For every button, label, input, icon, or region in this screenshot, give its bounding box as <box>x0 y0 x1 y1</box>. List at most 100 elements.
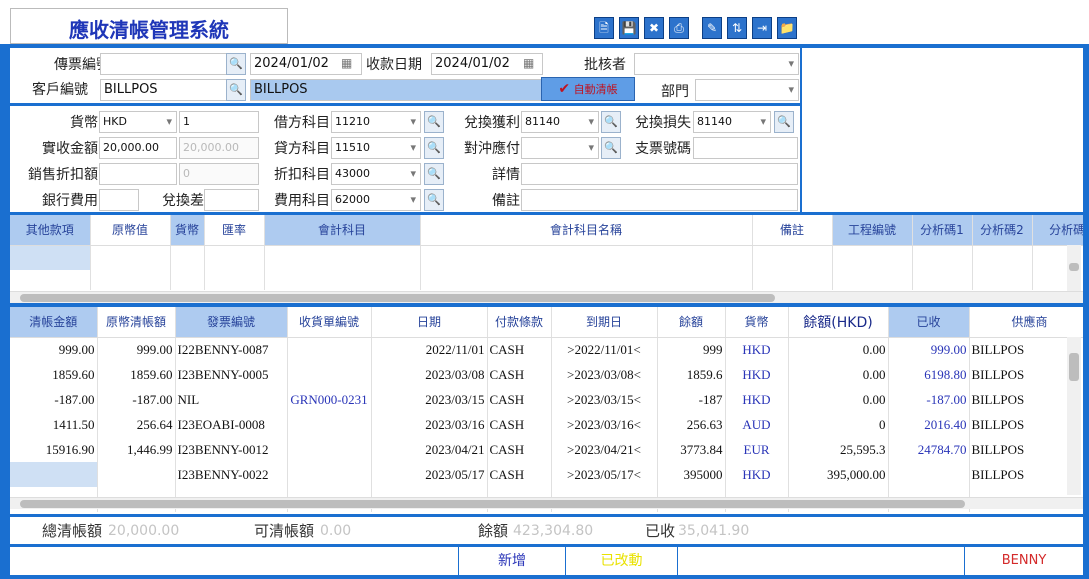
g2-vscroll-thumb[interactable] <box>1069 353 1079 381</box>
table-cell[interactable]: 1859.60 <box>10 362 98 387</box>
table-cell[interactable] <box>287 337 372 362</box>
remark-input[interactable] <box>521 189 798 211</box>
g1-vscroll-thumb[interactable] <box>1069 263 1079 271</box>
g1-col-rate[interactable]: 匯率 <box>204 215 265 246</box>
offset-select[interactable] <box>521 137 599 159</box>
table-cell[interactable]: GRN000-0231 <box>287 387 372 412</box>
table-cell[interactable]: I22BENNY-0087 <box>175 337 288 362</box>
table-cell[interactable] <box>287 462 372 487</box>
table-cell[interactable]: HKD <box>725 387 789 412</box>
cheque-input[interactable] <box>693 137 798 159</box>
voucher-date-calendar-icon[interactable]: ▦ <box>341 56 352 70</box>
delete-icon[interactable]: ✖ <box>644 17 664 39</box>
discount-input[interactable] <box>99 163 177 185</box>
table-cell[interactable]: I23BENNY-0022 <box>175 462 288 487</box>
auto-clear-button[interactable]: ✔ 自動清帳 <box>541 77 635 101</box>
disc-acct-search-icon[interactable]: 🔍 <box>424 163 444 185</box>
g1-vscroll[interactable] <box>1067 245 1081 291</box>
table-cell[interactable]: 1,446.99 <box>97 437 176 462</box>
table-cell[interactable]: >2023/03/08< <box>551 362 658 387</box>
table-cell[interactable]: 1859.6 <box>657 362 726 387</box>
refresh-icon[interactable]: ⇅ <box>727 17 747 39</box>
table-row[interactable]: -187.00 -187.00 NIL GRN000-0231 2023/03/15 CA… <box>10 387 1083 412</box>
exit-icon[interactable]: ⇥ <box>752 17 772 39</box>
credit-select[interactable]: 11510 <box>331 137 421 159</box>
table-row[interactable]: 1859.60 1859.60 I23BENNY-0005 2023/03/08 CAS… <box>10 362 1083 387</box>
g1-col-ana2[interactable]: 分析碼2 <box>972 215 1033 246</box>
table-cell[interactable]: -187 <box>657 387 726 412</box>
table-cell[interactable]: 2023/05/17 <box>371 462 488 487</box>
table-cell[interactable] <box>888 462 970 487</box>
currency-select[interactable]: HKD <box>99 111 177 133</box>
g2-col-terms[interactable]: 付款條款 <box>487 307 552 338</box>
table-cell[interactable] <box>287 412 372 437</box>
table-cell[interactable]: CASH <box>487 337 552 362</box>
table-cell[interactable]: BILLPOS <box>969 412 1083 437</box>
table-cell[interactable]: 256.64 <box>97 412 176 437</box>
new-icon[interactable]: 🗎 <box>594 17 614 39</box>
table-cell[interactable]: 6198.80 <box>888 362 970 387</box>
table-cell[interactable]: HKD <box>725 337 789 362</box>
table-cell[interactable]: -187.00 <box>97 387 176 412</box>
table-cell[interactable]: 2016.40 <box>888 412 970 437</box>
offset-search-icon[interactable]: 🔍 <box>601 137 621 159</box>
customer-no-input[interactable]: BILLPOS <box>100 79 230 101</box>
disc-acct-select[interactable]: 43000 <box>331 163 421 185</box>
table-cell[interactable]: 0.00 <box>788 387 889 412</box>
rate-input[interactable]: 1 <box>179 111 259 133</box>
g1-hscroll-thumb[interactable] <box>20 294 775 302</box>
customer-search-icon[interactable]: 🔍 <box>226 79 246 101</box>
table-cell[interactable]: I23BENNY-0005 <box>175 362 288 387</box>
g1-col-orig[interactable]: 原幣值 <box>90 215 171 246</box>
approver-select[interactable] <box>634 53 799 75</box>
table-cell[interactable]: 2023/03/15 <box>371 387 488 412</box>
g1-hscroll[interactable] <box>10 291 1083 303</box>
debit-search-icon[interactable]: 🔍 <box>424 111 444 133</box>
fee-acct-search-icon[interactable]: 🔍 <box>424 189 444 211</box>
table-cell[interactable]: BILLPOS <box>969 387 1083 412</box>
g1-col-acct[interactable]: 會計科目 <box>264 215 421 246</box>
dept-select[interactable] <box>695 79 799 101</box>
table-cell[interactable]: 3773.84 <box>657 437 726 462</box>
table-cell[interactable]: 0.00 <box>788 337 889 362</box>
table-cell[interactable]: CASH <box>487 387 552 412</box>
table-cell[interactable]: CASH <box>487 412 552 437</box>
table-cell[interactable]: BILLPOS <box>969 437 1083 462</box>
table-cell[interactable]: 2023/03/16 <box>371 412 488 437</box>
received-input[interactable]: 20,000.00 <box>99 137 177 159</box>
g2-vscroll[interactable] <box>1067 337 1081 495</box>
table-cell[interactable]: BILLPOS <box>969 362 1083 387</box>
g1-col-acct-name[interactable]: 會計科目名稱 <box>420 215 753 246</box>
voucher-no-input[interactable] <box>100 53 230 75</box>
table-cell[interactable]: 15916.90 <box>10 437 98 462</box>
table-cell[interactable]: 395,000.00 <box>788 462 889 487</box>
bank-fee-input[interactable] <box>99 189 139 211</box>
table-cell[interactable]: >2023/03/15< <box>551 387 658 412</box>
table-cell[interactable]: 2023/03/08 <box>371 362 488 387</box>
voucher-search-icon[interactable]: 🔍 <box>226 53 246 75</box>
table-cell[interactable]: AUD <box>725 412 789 437</box>
table-cell[interactable]: 256.63 <box>657 412 726 437</box>
table-cell[interactable] <box>287 362 372 387</box>
table-cell[interactable]: 395000 <box>657 462 726 487</box>
table-cell[interactable]: I23EOABI-0008 <box>175 412 288 437</box>
table-cell[interactable]: HKD <box>725 462 789 487</box>
table-cell[interactable] <box>10 462 98 487</box>
table-cell[interactable]: 999.00 <box>97 337 176 362</box>
edit-icon[interactable]: ✎ <box>702 17 722 39</box>
table-row[interactable] <box>10 245 1083 270</box>
g2-col-invoice[interactable]: 發票編號 <box>175 307 288 338</box>
g2-col-ccy[interactable]: 貨幣 <box>725 307 789 338</box>
g1-col-project[interactable]: 工程編號 <box>832 215 913 246</box>
g2-col-grn[interactable]: 收貨單編號 <box>287 307 372 338</box>
table-cell[interactable]: 2023/04/21 <box>371 437 488 462</box>
details-input[interactable] <box>521 163 798 185</box>
g2-col-clear[interactable]: 清帳金額 <box>10 307 98 338</box>
save-icon[interactable]: 💾 <box>619 17 639 39</box>
table-cell[interactable]: EUR <box>725 437 789 462</box>
g2-col-due[interactable]: 到期日 <box>551 307 658 338</box>
g1-col-ccy[interactable]: 貨幣 <box>170 215 205 246</box>
table-cell[interactable]: 2022/11/01 <box>371 337 488 362</box>
loss-search-icon[interactable]: 🔍 <box>774 111 794 133</box>
print-icon[interactable]: ⎙ <box>669 17 689 39</box>
